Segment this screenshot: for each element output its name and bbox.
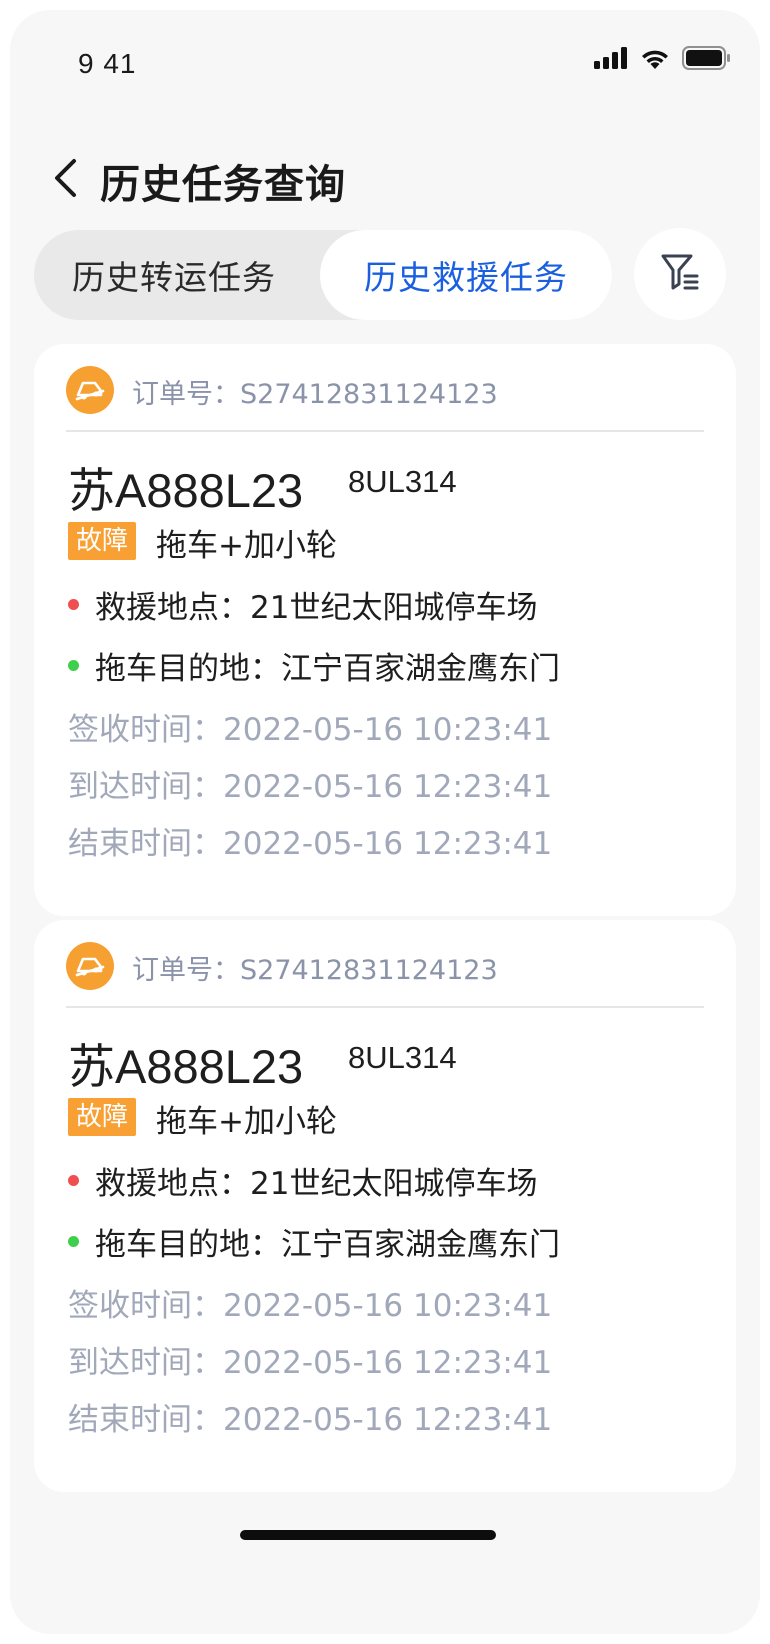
service-type: 拖车+加小轮 [156,1104,337,1140]
page-title: 历史任务查询 [100,162,346,208]
arrive-time: 到达时间：2022-05-16 12:23:41 [68,769,553,805]
status-icons [594,46,730,74]
end-time: 结束时间：2022-05-16 12:23:41 [68,1402,553,1438]
tab-rescue-history[interactable]: 历史救援任务 [320,230,612,320]
home-indicator [240,1530,496,1540]
back-button[interactable] [40,150,90,210]
tow-destination: 拖车目的地：江宁百家湖金鹰东门 [68,1219,560,1264]
end-time: 结束时间：2022-05-16 12:23:41 [68,826,553,862]
green-dot-icon [68,660,79,671]
nav-bar: 历史任务查询 [10,140,760,220]
rescue-location: 救援地点：21世纪太阳城停车场 [68,582,537,627]
sign-time: 签收时间：2022-05-16 10:23:41 [68,1288,553,1324]
plate-number: 苏A888L23 [68,464,304,517]
wifi-icon [640,47,670,73]
rescue-location-text: 救援地点：21世纪太阳城停车场 [95,1166,538,1202]
service-type: 拖车+加小轮 [156,528,337,564]
tow-destination-text: 拖车目的地：江宁百家湖金鹰东门 [95,651,560,687]
tow-truck-icon [66,366,114,414]
status-badge: 故障 [68,522,137,560]
phone-screen: 9 41 历史任务查询 历史转运任务 历史救援任务 订单号：S274128311… [10,10,760,1634]
tow-destination-text: 拖车目的地：江宁百家湖金鹰东门 [95,1227,560,1263]
tow-truck-icon [66,942,114,990]
tab-transfer-history[interactable]: 历史转运任务 [34,230,314,320]
sign-time: 签收时间：2022-05-16 10:23:41 [68,712,553,748]
battery-icon [682,46,730,74]
plate-number: 苏A888L23 [68,1040,304,1093]
plate-code: 8UL314 [348,1040,457,1075]
task-card[interactable]: 订单号：S27412831124123 苏A888L23 8UL314 故障 拖… [34,920,736,1492]
red-dot-icon [68,1175,79,1186]
chevron-left-icon [52,158,78,202]
status-time: 9 41 [78,48,137,79]
plate-code: 8UL314 [348,464,457,499]
status-badge: 故障 [68,1098,137,1136]
rescue-location: 救援地点：21世纪太阳城停车场 [68,1158,537,1203]
green-dot-icon [68,1236,79,1247]
card-header: 订单号：S27412831124123 [66,366,704,432]
rescue-location-text: 救援地点：21世纪太阳城停车场 [95,590,538,626]
order-number: 订单号：S27412831124123 [132,379,498,410]
task-tabs: 历史转运任务 历史救援任务 [34,230,612,320]
order-number: 订单号：S27412831124123 [132,955,498,986]
arrive-time: 到达时间：2022-05-16 12:23:41 [68,1345,553,1381]
filter-list-icon [659,251,701,297]
task-card[interactable]: 订单号：S27412831124123 苏A888L23 8UL314 故障 拖… [34,344,736,916]
red-dot-icon [68,599,79,610]
card-header: 订单号：S27412831124123 [66,942,704,1008]
signal-icon [594,47,628,73]
filter-button[interactable] [634,228,726,320]
tow-destination: 拖车目的地：江宁百家湖金鹰东门 [68,643,560,688]
